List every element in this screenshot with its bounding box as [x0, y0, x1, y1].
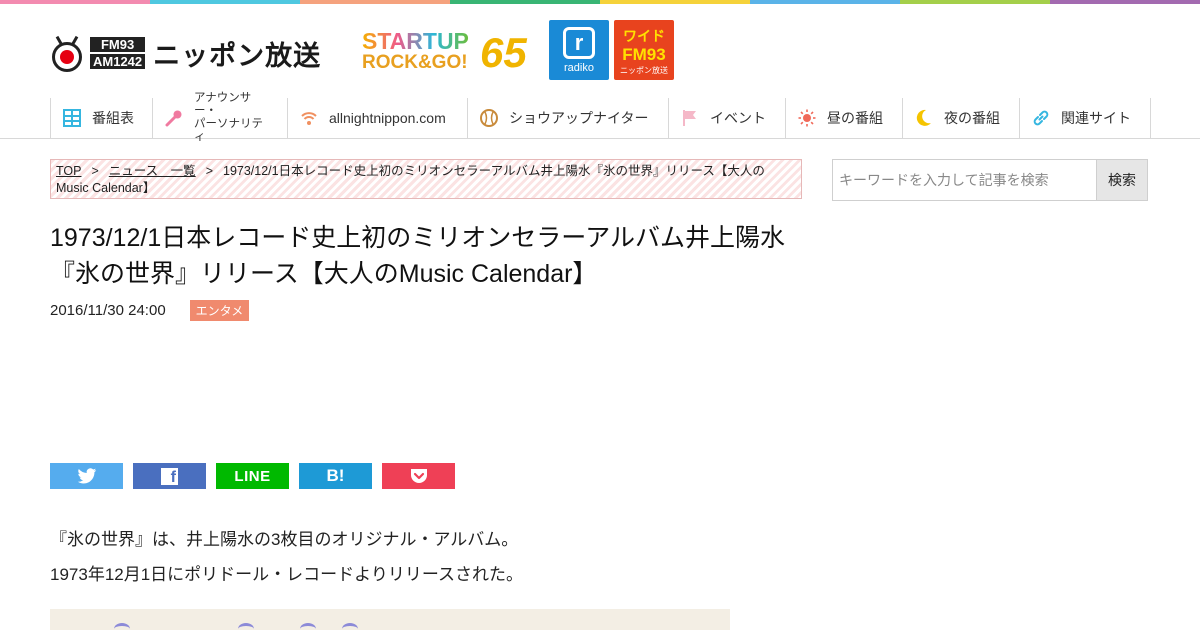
search-input[interactable] [832, 159, 1096, 201]
nav-label: 昼の番組 [827, 110, 883, 126]
article-title: 1973/12/1日本レコード史上初のミリオンセラーアルバム井上陽水『氷の世界』… [50, 224, 785, 288]
article-meta: 2016/11/30 24:00 エンタメ [50, 300, 250, 321]
pocket-share-button[interactable] [382, 463, 455, 489]
hatena-bookmark-button[interactable]: B! [299, 463, 372, 489]
station-mascot-icon [50, 35, 84, 72]
nav-item-night-programs[interactable]: 夜の番組 [903, 98, 1020, 138]
share-buttons: f LINE B! [50, 463, 465, 489]
site-header: FM93 AM1242 ニッポン放送 STARTUP ROCK&GO! 65 r… [0, 4, 1200, 98]
nav-item-event[interactable]: イベント [669, 98, 786, 138]
nav-label: allnightnippon.com [329, 110, 446, 126]
wide-fm-link[interactable]: ワイド FM93 ニッポン放送 [614, 20, 674, 80]
article-date: 2016/11/30 24:00 [50, 302, 166, 319]
campaign-banner[interactable]: STARTUP ROCK&GO! 65 [362, 30, 534, 76]
nav-item-daytime-programs[interactable]: 昼の番組 [786, 98, 903, 138]
radiko-link[interactable]: r radiko [549, 20, 609, 80]
frequency-label: FM93 AM1242 [90, 36, 146, 71]
line-share-button[interactable]: LINE [216, 463, 289, 489]
nav-label: イベント [710, 110, 766, 126]
fm-frequency: FM93 [90, 36, 146, 52]
wifi-icon [300, 109, 318, 127]
site-logo[interactable]: FM93 AM1242 ニッポン放送 [50, 34, 321, 73]
nav-item-related-sites[interactable]: 関連サイト [1020, 98, 1151, 138]
pocket-icon [410, 469, 427, 483]
nav-item-program-guide[interactable]: 番組表 [51, 98, 153, 138]
facebook-icon: f [161, 467, 178, 486]
twitter-share-button[interactable] [50, 463, 123, 489]
nav-item-allnightnippon[interactable]: allnightnippon.com [288, 98, 468, 138]
radiko-icon: r [563, 27, 595, 59]
breadcrumb: TOP > ニュース 一覧 >1973/12/1日本レコード史上初のミリオンセラーアル… [50, 159, 802, 199]
wide-fm-line3: ニッポン放送 [620, 66, 668, 75]
nav-item-announcers[interactable]: アナウンサー・ パーソナリティ [153, 92, 288, 143]
nav-item-showup-nighter[interactable]: ショウアップナイター [468, 98, 669, 138]
wide-fm-line2: FM93 [622, 45, 666, 64]
nav-label-two-line: アナウンサー・ パーソナリティ [194, 92, 263, 143]
article-paragraph: 『氷の世界』は、井上陽水の3枚目のオリジナル・アルバム。 [50, 530, 519, 549]
nav-label: 番組表 [92, 110, 134, 126]
wide-fm-line1: ワイド [623, 28, 665, 44]
site-search: 検索 [832, 159, 1148, 201]
microphone-icon [165, 109, 183, 127]
line-label: LINE [234, 467, 271, 485]
moon-icon [915, 109, 933, 127]
article-body: 『氷の世界』は、井上陽水の3枚目のオリジナル・アルバム。 1973年12月1日に… [50, 522, 523, 592]
album-cover-image [50, 609, 730, 630]
breadcrumb-separator: > [205, 164, 213, 178]
flag-icon [681, 109, 699, 127]
grid-icon [63, 109, 81, 127]
breadcrumb-news-link[interactable]: ニュース 一覧 [109, 164, 196, 178]
article-paragraph: 1973年12月1日にポリドール・レコードよりリリースされた。 [50, 565, 523, 584]
campaign-number: 65 [480, 29, 527, 76]
brand-name: ニッポン放送 [153, 41, 322, 71]
nav-label: 関連サイト [1061, 110, 1131, 126]
breadcrumb-top-link[interactable]: TOP [56, 164, 81, 178]
link-icon [1032, 109, 1050, 127]
global-nav: 番組表 アナウンサー・ パーソナリティ allnightnippon.com ショ… [0, 92, 1200, 143]
twitter-bird-icon [77, 467, 96, 483]
sun-icon [798, 109, 816, 127]
nav-label: 夜の番組 [944, 110, 1000, 126]
am-frequency: AM1242 [90, 53, 146, 69]
radiko-label: radiko [564, 62, 594, 74]
breadcrumb-separator: > [91, 164, 99, 178]
baseball-icon [480, 109, 498, 127]
search-button[interactable]: 検索 [1096, 159, 1148, 201]
hatena-label: B! [326, 466, 345, 485]
facebook-share-button[interactable]: f [133, 463, 206, 489]
nav-label: ショウアップナイター [509, 110, 649, 126]
category-badge[interactable]: エンタメ [189, 300, 250, 321]
